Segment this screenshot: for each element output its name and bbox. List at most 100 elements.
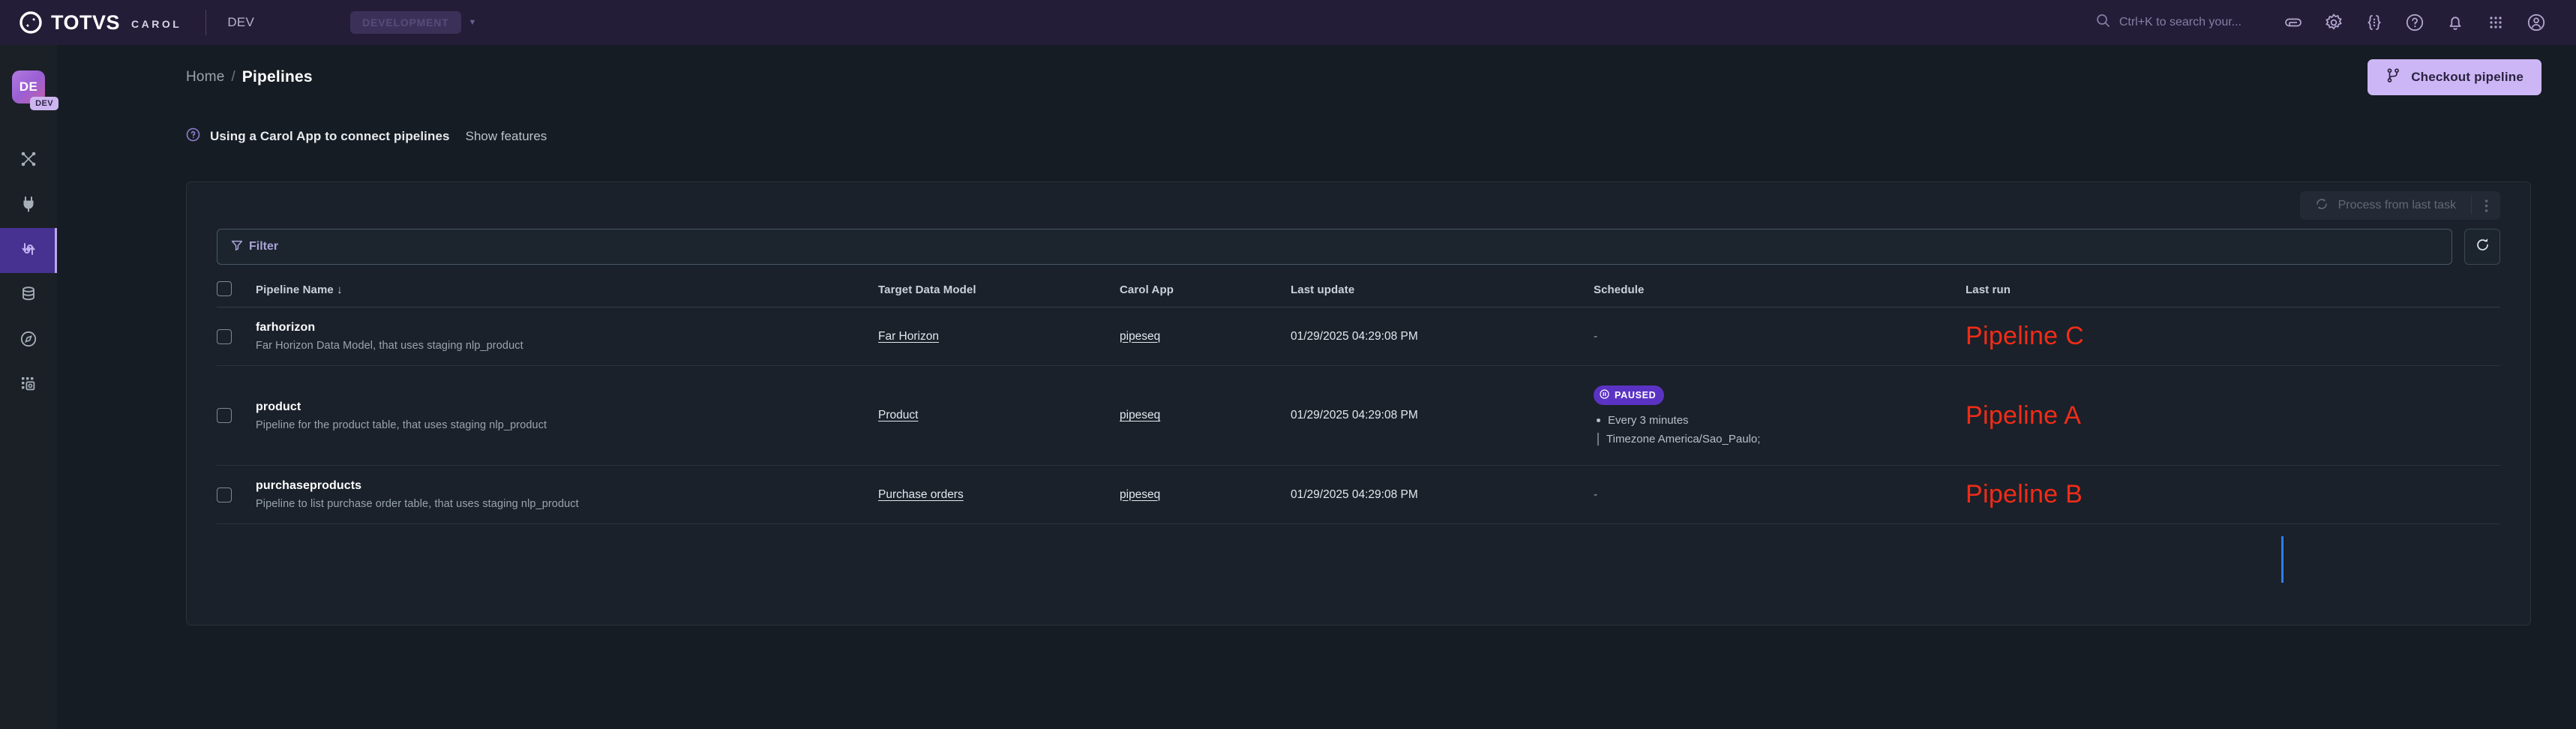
carol-app-link[interactable]: pipeseq [1120,409,1160,422]
carol-app-link[interactable]: pipeseq [1120,330,1160,343]
breadcrumb-separator: / [231,69,235,85]
target-data-model-link[interactable]: Far Horizon [878,330,939,343]
code-braces-icon[interactable] [2354,2,2395,43]
pipelines-table: Pipeline Name ↓ Target Data Model Carol … [217,281,2500,524]
pipeline-name: purchaseproducts [256,479,362,492]
cell-last-update: 01/29/2025 04:29:08 PM [1291,365,1594,466]
pipeline-name: product [256,400,301,413]
carol-app-link[interactable]: pipeseq [1120,488,1160,501]
row-checkbox[interactable] [217,328,232,344]
th-carol-app[interactable]: Carol App [1120,281,1291,308]
th-schedule[interactable]: Schedule [1594,281,1966,308]
sidebar-item-connectors[interactable] [0,138,57,183]
cell-last-run: Pipeline B [1966,465,2500,524]
help-circle-icon [186,128,200,146]
search-placeholder: Ctrl+K to search your... [2119,16,2242,28]
refresh-button[interactable] [2464,229,2500,265]
show-features-link[interactable]: Show features [466,129,547,144]
apps-grid-icon[interactable] [2476,2,2516,43]
cell-pipeline-name: product Pipeline for the product table, … [256,365,878,466]
row-checkbox[interactable] [217,487,232,502]
user-account-icon[interactable] [2516,2,2557,43]
kebab-menu-icon[interactable] [2472,191,2500,220]
link-icon[interactable] [2273,2,2314,43]
search-input[interactable]: Ctrl+K to search your... [2096,14,2242,32]
cell-carol-app: pipeseq [1120,365,1291,466]
refresh-icon [2475,237,2491,256]
pipeline-description: Far Horizon Data Model, that uses stagin… [256,340,523,352]
search-icon [2096,14,2110,32]
filter-label: Filter [249,240,279,253]
sidebar-item-data-models[interactable] [0,273,57,318]
info-banner: Using a Carol App to connect pipelines S… [57,110,2576,146]
sidebar-item-explore[interactable] [0,318,57,363]
database-icon [19,285,37,307]
status-badge-label: PAUSED [1615,390,1657,400]
environment-selector[interactable]: DEVELOPMENT ▼ [350,11,476,34]
schedule-frequency-label: Every 3 minutes [1608,414,1689,427]
table-header: Pipeline Name ↓ Target Data Model Carol … [217,281,2500,308]
schedule-frequency: Every 3 minutes [1594,414,1966,427]
sidebar-item-apps[interactable] [0,363,57,408]
gear-icon[interactable] [2314,2,2354,43]
pipeline-name: farhorizon [256,321,316,334]
brand-subname: CAROL [131,18,182,30]
cell-carol-app: pipeseq [1120,465,1291,524]
sidebar-item-data-incoming[interactable] [0,183,57,228]
filter-input[interactable]: Filter [217,229,2452,265]
apps-chip-icon [19,375,37,397]
th-pipeline-name[interactable]: Pipeline Name ↓ [256,281,878,308]
sidebar-item-pipelines[interactable] [0,228,57,273]
process-from-last-task-label: Process from last task [2338,199,2456,212]
brand-logo[interactable]: TOTVS CAROL [19,11,181,34]
th-last-update[interactable]: Last update [1291,281,1594,308]
sort-desc-icon: ↓ [337,284,343,296]
vertical-rule-icon [1597,433,1599,446]
shuffle-icon [19,150,37,172]
th-last-run[interactable]: Last run [1966,281,2500,308]
cell-carol-app: pipeseq [1120,307,1291,366]
help-circle-icon[interactable] [2395,2,2435,43]
compass-icon [19,330,37,352]
target-data-model-link[interactable]: Purchase orders [878,488,964,501]
topbar-divider [205,10,207,35]
row-checkbox[interactable] [217,408,232,423]
process-from-last-task-button[interactable]: Process from last task [2300,191,2471,220]
cell-last-update: 01/29/2025 04:29:08 PM [1291,307,1594,366]
select-all-checkbox[interactable] [217,281,232,296]
pause-circle-icon [1600,389,1609,401]
table-header-row: Pipeline Name ↓ Target Data Model Carol … [217,281,2500,308]
schedule-timezone-label: Timezone America/Sao_Paulo; [1606,433,1761,446]
row-select-cell [217,465,256,524]
workspace-avatar[interactable]: DE DEV [12,70,58,110]
rail-items [0,138,57,408]
process-from-last-task-group[interactable]: Process from last task [2299,191,2500,220]
totvs-logo-icon [19,11,42,34]
text-cursor-caret [2281,536,2284,583]
checkout-pipeline-button[interactable]: Checkout pipeline [2368,59,2542,95]
page-title: Pipelines [241,68,313,86]
th-target-data-model[interactable]: Target Data Model [878,281,1120,308]
cell-pipeline-name: farhorizon Far Horizon Data Model, that … [256,307,878,366]
table-row[interactable]: purchaseproducts Pipeline to list purcha… [217,465,2500,524]
row-select-cell [217,365,256,466]
annotation-label: Pipeline A [1966,400,2082,430]
breadcrumb-home[interactable]: Home [186,69,224,86]
checkout-pipeline-label: Checkout pipeline [2411,70,2524,84]
target-data-model-link[interactable]: Product [878,409,918,422]
cell-target-data-model: Product [878,365,1120,466]
avatar-env-badge: DEV [30,97,58,110]
schedule-timezone: Timezone America/Sao_Paulo; [1594,433,1966,446]
last-update-value: 01/29/2025 04:29:08 PM [1291,329,1418,343]
table-row[interactable]: product Pipeline for the product table, … [217,365,2500,466]
filter-row: Filter [187,229,2530,265]
cell-target-data-model: Far Horizon [878,307,1120,366]
cell-last-update: 01/29/2025 04:29:08 PM [1291,465,1594,524]
bell-icon[interactable] [2435,2,2476,43]
cell-schedule: PAUSED Every 3 minutes Timezone America/… [1594,365,1966,466]
left-nav-rail: DE DEV [0,45,58,729]
cell-pipeline-name: purchaseproducts Pipeline to list purcha… [256,465,878,524]
table-row[interactable]: farhorizon Far Horizon Data Model, that … [217,307,2500,366]
git-branch-icon [2386,68,2401,87]
page-content: Home / Pipelines Checkout pipeline Using… [57,45,2576,729]
